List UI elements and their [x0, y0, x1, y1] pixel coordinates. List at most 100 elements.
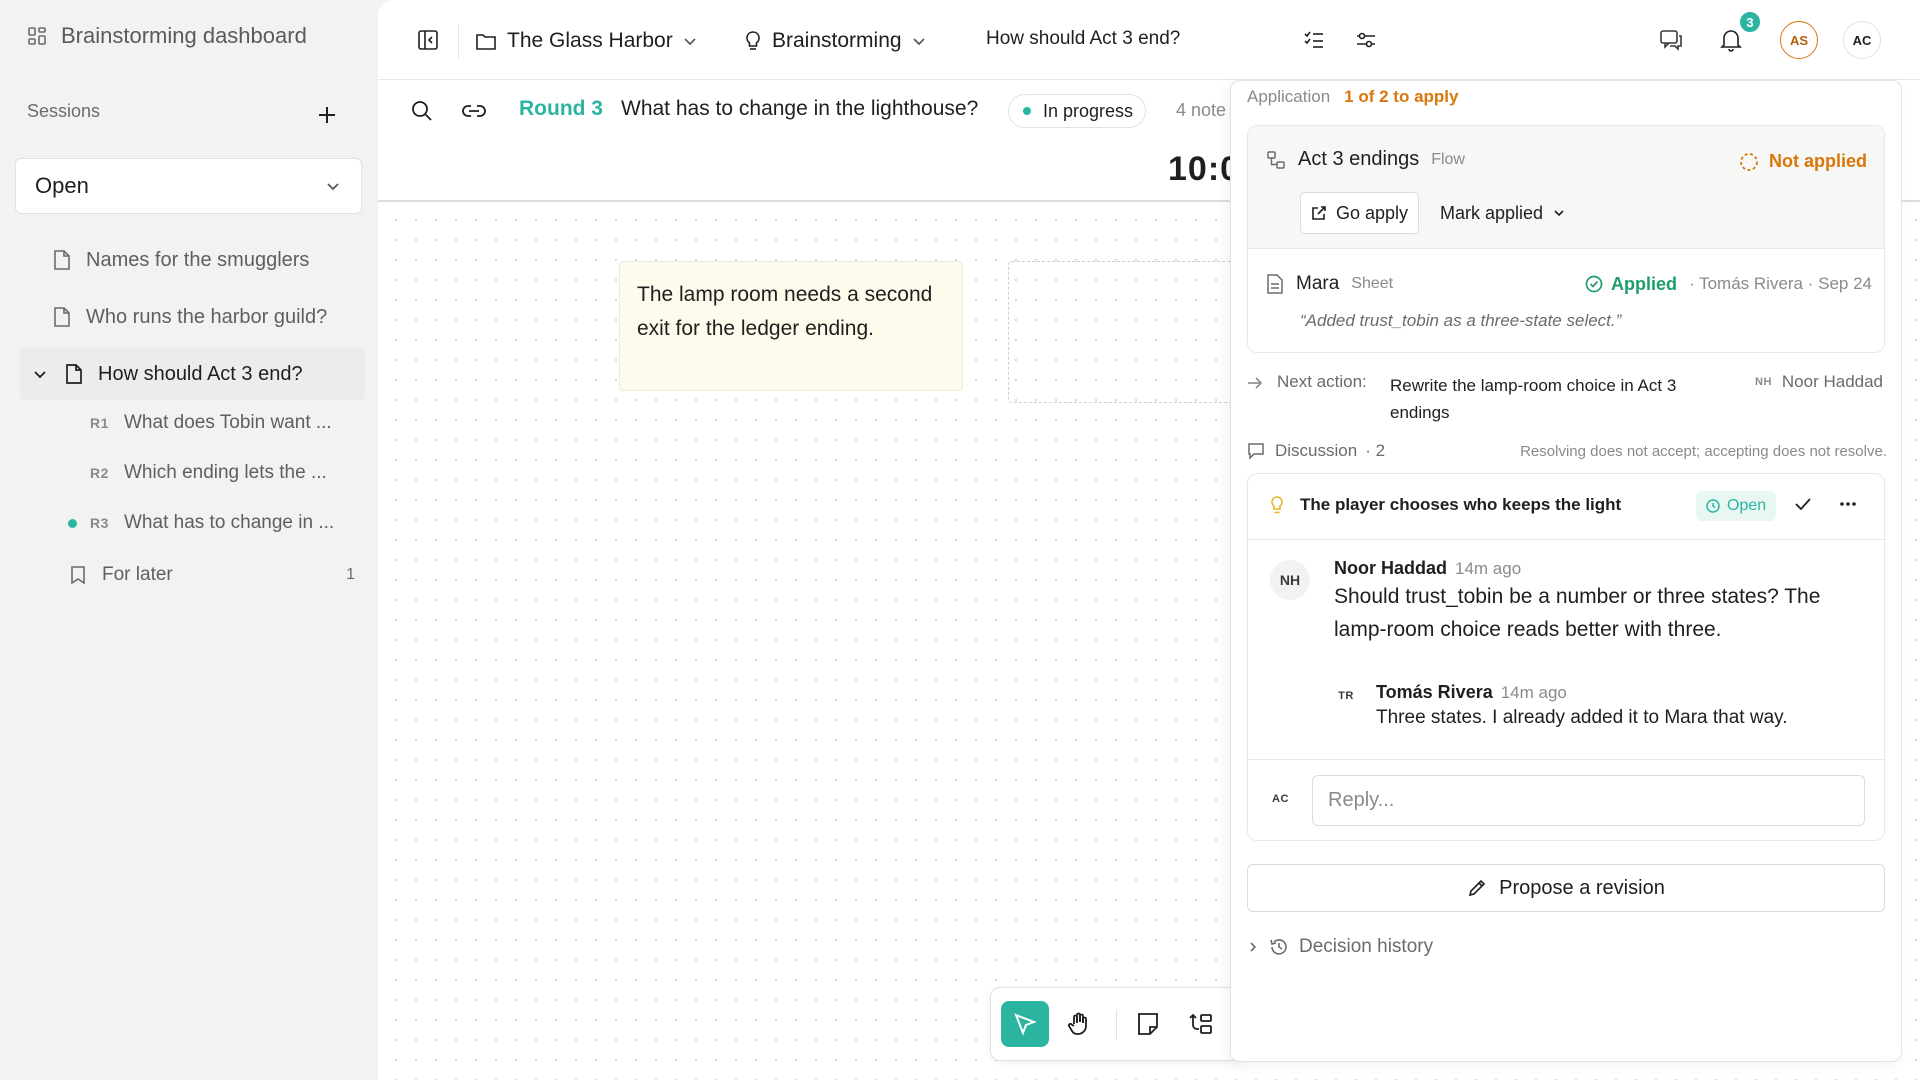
sidebar-round-2[interactable]: R2 Which ending lets the ... [64, 456, 327, 490]
checklist-button[interactable] [1298, 24, 1330, 56]
comment-body: Three states. I already added it to Mara… [1376, 707, 1788, 728]
round-rank: R3 [90, 515, 109, 531]
applied-status: Applied [1585, 274, 1677, 295]
toggle-sidebar-button[interactable] [412, 24, 444, 56]
decision-history-toggle[interactable]: Decision history [1247, 936, 1433, 958]
target-name: Act 3 endings [1298, 148, 1420, 170]
sidebar: Brainstorming dashboard Sessions Open Na… [0, 0, 378, 1080]
chevron-down-icon[interactable] [30, 367, 50, 381]
reply-input[interactable] [1312, 775, 1865, 826]
avatar[interactable]: AS [1780, 21, 1818, 59]
current-question: How should Act 3 end? [986, 28, 1181, 49]
copy-link-button[interactable] [458, 95, 490, 127]
avatar: NH [1755, 376, 1772, 388]
current-user-avatar[interactable]: AC [1843, 21, 1881, 59]
sidebar-item-label: How should Act 3 end? [98, 362, 303, 385]
checklist-icon [1304, 31, 1323, 48]
link-icon [462, 105, 486, 117]
connector-tool-button[interactable] [1178, 1001, 1226, 1047]
next-action-assignee: NH Noor Haddad [1755, 372, 1883, 392]
pan-tool-button[interactable] [1055, 1001, 1103, 1047]
round-label: Which ending lets the ... [124, 462, 327, 483]
more-horizontal-icon [1840, 502, 1856, 506]
resolve-thread-button[interactable] [1793, 494, 1813, 514]
mode-name: Brainstorming [772, 29, 902, 52]
status-dot [1023, 107, 1031, 115]
sidebar-item-label: Names for the smugglers [86, 248, 310, 271]
select-tool-button[interactable] [1001, 1001, 1049, 1047]
application-target: Act 3 endings Flow Not applied Go apply … [1248, 126, 1884, 249]
mode-switcher[interactable]: Brainstorming [744, 24, 926, 58]
comments-button[interactable] [1655, 24, 1687, 56]
application-header: Application 1 of 2 to apply [1247, 87, 1458, 107]
thread-title: The player chooses who keeps the light [1300, 495, 1622, 514]
notes-count: 4 note [1176, 100, 1227, 120]
application-count: 1 of 2 to apply [1344, 87, 1459, 106]
avatar: TR [1338, 690, 1354, 702]
sheet-change-quote: “Added trust_tobin as a three-state sele… [1300, 311, 1622, 330]
filters-button[interactable] [1350, 24, 1382, 56]
check-icon [1795, 498, 1811, 511]
not-applied-label: Not applied [1769, 151, 1867, 171]
add-session-button[interactable] [312, 100, 342, 130]
document-icon [66, 364, 82, 384]
mark-applied-dropdown[interactable]: Mark applied [1440, 192, 1565, 234]
thread-status-badge[interactable]: Open [1696, 491, 1777, 521]
sidebar-round-3[interactable]: R3 What has to change in ... [64, 506, 334, 540]
round-status-badge[interactable]: In progress [1008, 94, 1147, 128]
session-filter-value: Open [35, 173, 89, 198]
divider [1116, 1010, 1117, 1040]
sidebar-round-1[interactable]: R1 What does Tobin want ... [64, 406, 332, 440]
sidebar-item-act3[interactable]: How should Act 3 end? [20, 348, 365, 400]
chat-icon [1660, 30, 1682, 51]
decision-history-label: Decision history [1299, 936, 1434, 957]
sticky-note[interactable]: The lamp room needs a second exit for th… [619, 261, 963, 391]
check-circle-icon [1585, 275, 1603, 293]
propose-revision-button[interactable]: Propose a revision [1247, 864, 1885, 912]
dashboard-link[interactable]: Brainstorming dashboard [27, 20, 307, 52]
flow-icon [1267, 150, 1285, 169]
discussion-label: Discussion [1275, 441, 1358, 460]
note-tool-button[interactable] [1124, 1001, 1172, 1047]
discussion-thread: The player chooses who keeps the light O… [1247, 473, 1885, 841]
go-apply-button[interactable]: Go apply [1300, 192, 1420, 234]
lightbulb-icon [1271, 496, 1283, 514]
project-switcher[interactable]: The Glass Harbor [475, 24, 697, 58]
comment-time: 14m ago [1500, 683, 1567, 702]
propose-revision-label: Propose a revision [1499, 876, 1665, 899]
avatar: AC [1272, 793, 1289, 805]
cursor-icon [1014, 1013, 1037, 1036]
sidebar-item-smugglers[interactable]: Names for the smugglers [52, 242, 309, 278]
next-action-label: Next action: [1277, 372, 1367, 391]
chevron-down-icon [1554, 210, 1564, 217]
thread-more-button[interactable] [1838, 494, 1858, 514]
session-filter-select[interactable]: Open [15, 158, 362, 214]
empty-note-placeholder[interactable] [1008, 261, 1268, 403]
bell-icon [1720, 30, 1742, 52]
for-later-label: For later [102, 564, 173, 585]
pencil-icon [1469, 879, 1486, 897]
bookmark-icon [71, 566, 85, 585]
search-icon [412, 101, 432, 121]
discussion-count: · 2 [1365, 441, 1386, 460]
round-question: What has to change in the lighthouse? [621, 97, 979, 120]
chevron-down-icon [327, 183, 339, 191]
arrow-right-icon [1248, 377, 1263, 389]
round-label: What does Tobin want ... [124, 412, 332, 433]
sidebar-item-for-later[interactable]: For later 1 [70, 560, 355, 590]
discussion-header: Discussion · 2 Resolving does not accept… [1247, 436, 1887, 466]
dashboard-title: Brainstorming dashboard [61, 23, 307, 48]
thread-header: The player chooses who keeps the light O… [1248, 474, 1884, 540]
round-status-label: In progress [1043, 100, 1134, 121]
comment-meta: Noor Haddad 14m ago [1334, 558, 1521, 579]
not-applied-status: Not applied [1739, 151, 1867, 172]
comment-author: Noor Haddad [1334, 558, 1448, 578]
sidebar-item-harbor-guild[interactable]: Who runs the harbor guild? [52, 299, 327, 335]
document-icon [54, 307, 70, 327]
plus-icon [319, 107, 335, 123]
sticky-note-icon [1138, 1013, 1158, 1035]
reply-row: AC [1248, 759, 1884, 840]
folder-icon [476, 34, 496, 50]
search-button[interactable] [406, 95, 438, 127]
round-label: What has to change in ... [124, 512, 335, 533]
